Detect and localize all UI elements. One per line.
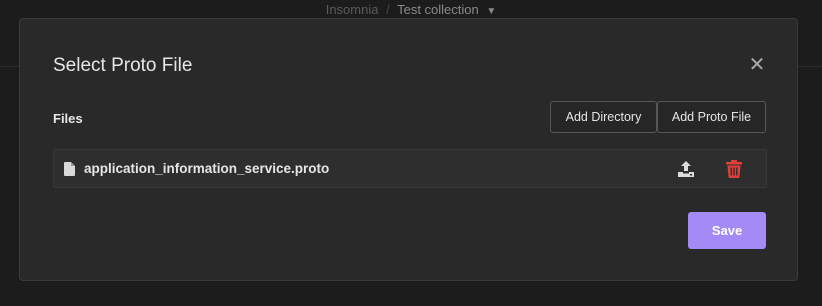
file-name: application_information_service.proto bbox=[84, 161, 330, 176]
add-proto-file-button[interactable]: Add Proto File bbox=[657, 101, 766, 133]
breadcrumb: Insomnia / Test collection ▼ bbox=[0, 0, 822, 20]
add-directory-button[interactable]: Add Directory bbox=[550, 101, 657, 133]
breadcrumb-collection[interactable]: Test collection bbox=[397, 2, 479, 17]
divider-left bbox=[0, 66, 19, 67]
save-button[interactable]: Save bbox=[688, 212, 766, 249]
chevron-down-icon[interactable]: ▼ bbox=[486, 6, 496, 17]
close-icon[interactable]: ✕ bbox=[747, 55, 767, 75]
breadcrumb-workspace[interactable]: Insomnia bbox=[326, 2, 379, 17]
breadcrumb-separator: / bbox=[386, 2, 390, 17]
file-list-item[interactable]: application_information_service.proto bbox=[53, 149, 767, 188]
trash-icon[interactable] bbox=[726, 160, 742, 178]
upload-icon[interactable] bbox=[677, 160, 695, 178]
divider-right bbox=[798, 66, 822, 67]
file-icon bbox=[64, 162, 75, 176]
select-proto-file-modal: Select Proto File ✕ Files Add Directory … bbox=[19, 18, 798, 281]
files-label: Files bbox=[53, 111, 83, 126]
modal-title: Select Proto File bbox=[53, 55, 193, 76]
